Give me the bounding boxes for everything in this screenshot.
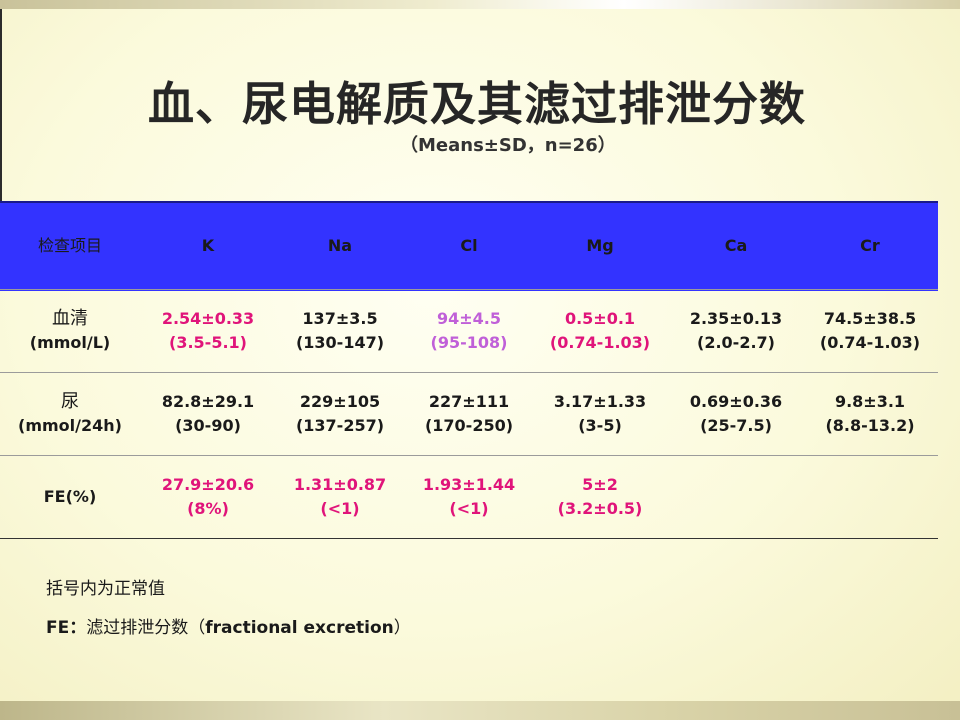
row-label: 尿 (mmol/24h) xyxy=(5,373,135,455)
cell-normal-range: (95-108) xyxy=(430,333,508,352)
note-fe-prefix: FE： xyxy=(46,618,87,638)
table-cell: 94±4.5 (95-108) xyxy=(404,290,534,372)
table-cell: 27.9±20.6 (8%) xyxy=(143,456,273,538)
slide-subtitle: （Means±SD，n=26） xyxy=(400,135,616,156)
cell-value: 94±4.5 xyxy=(436,309,501,328)
row-label-unit: (mmol/L) xyxy=(29,333,111,352)
note-fe-definition: FE：滤过排泄分数（fractional excretion） xyxy=(46,616,411,640)
note-normal-values: 括号内为正常值 xyxy=(46,579,165,599)
cell-value: 137±3.5 xyxy=(302,309,378,328)
header-ca: Ca xyxy=(724,236,748,255)
row-label-name: FE(%) xyxy=(43,487,97,506)
cell-normal-range: (<1) xyxy=(320,499,360,518)
table-cell: 2.54±0.33 (3.5-5.1) xyxy=(143,290,273,372)
table-cell: 137±3.5 (130-147) xyxy=(275,290,405,372)
cell-value: 1.31±0.87 xyxy=(293,475,387,494)
cell-normal-range: (25-7.5) xyxy=(700,416,772,435)
table-cell: 0.69±0.36 (25-7.5) xyxy=(671,373,801,455)
left-border-line xyxy=(0,9,2,201)
cell-value: 9.8±3.1 xyxy=(834,392,906,411)
table-cell xyxy=(805,456,935,538)
cell-normal-range: (0.74-1.03) xyxy=(819,333,921,352)
table-cell: 3.17±1.33 (3-5) xyxy=(535,373,665,455)
cell-value: 1.93±1.44 xyxy=(422,475,516,494)
cell-value: 2.54±0.33 xyxy=(161,309,255,328)
cell-value: 227±111 xyxy=(428,392,510,411)
cell-normal-range: (3.5-5.1) xyxy=(169,333,247,352)
cell-value: 0.69±0.36 xyxy=(689,392,783,411)
cell-value: 82.8±29.1 xyxy=(161,392,255,411)
note-fe-end: ） xyxy=(393,618,411,638)
cell-value: 0.5±0.1 xyxy=(564,309,636,328)
table-cell: 5±2 (3.2±0.5) xyxy=(535,456,665,538)
row-label: FE(%) xyxy=(5,456,135,538)
row-label-unit: (mmol/24h) xyxy=(18,416,122,435)
table-cell: 2.35±0.13 (2.0-2.7) xyxy=(671,290,801,372)
cell-normal-range: (30-90) xyxy=(175,416,241,435)
cell-normal-range: (3-5) xyxy=(578,416,622,435)
cell-value: 3.17±1.33 xyxy=(553,392,647,411)
table-bottom-line xyxy=(0,538,938,539)
cell-normal-range: (0.74-1.03) xyxy=(549,333,651,352)
table-cell: 1.93±1.44 (<1) xyxy=(404,456,534,538)
row-label-name: 血清 xyxy=(52,308,88,329)
header-cr: Cr xyxy=(860,236,880,255)
cell-normal-range: (137-257) xyxy=(295,416,385,435)
bottom-decorative-bar xyxy=(0,701,960,720)
cell-value: 27.9±20.6 xyxy=(161,475,255,494)
cell-value: 5±2 xyxy=(582,475,618,494)
cell-normal-range: (130-147) xyxy=(295,333,385,352)
header-cl: Cl xyxy=(460,236,478,255)
table-cell: 9.8±3.1 (8.8-13.2) xyxy=(805,373,935,455)
note-fe-en: fractional excretion xyxy=(205,618,394,638)
table-cell: 82.8±29.1 (30-90) xyxy=(143,373,273,455)
cell-value: 229±105 xyxy=(299,392,381,411)
cell-normal-range: (<1) xyxy=(449,499,489,518)
cell-value: 74.5±38.5 xyxy=(823,309,917,328)
table-cell: 0.5±0.1 (0.74-1.03) xyxy=(535,290,665,372)
slide-title: 血、尿电解质及其滤过排泄分数 xyxy=(148,77,806,131)
header-na: Na xyxy=(327,236,353,255)
row-label: 血清 (mmol/L) xyxy=(5,290,135,372)
cell-value: 2.35±0.13 xyxy=(689,309,783,328)
cell-normal-range: (3.2±0.5) xyxy=(557,499,643,518)
header-k: K xyxy=(201,236,215,255)
cell-normal-range: (8.8-13.2) xyxy=(825,416,915,435)
table-cell: 227±111 (170-250) xyxy=(404,373,534,455)
note-fe-cn: 滤过排泄分数（ xyxy=(86,618,206,638)
cell-normal-range: (170-250) xyxy=(424,416,514,435)
table-cell: 74.5±38.5 (0.74-1.03) xyxy=(805,290,935,372)
table-cell: 229±105 (137-257) xyxy=(275,373,405,455)
row-label-name: 尿 xyxy=(61,391,79,412)
cell-normal-range: (2.0-2.7) xyxy=(697,333,775,352)
header-item-label: 检查项目 xyxy=(37,236,102,255)
top-decorative-bar xyxy=(0,0,960,9)
header-mg: Mg xyxy=(586,236,614,255)
cell-normal-range: (8%) xyxy=(187,499,229,518)
table-cell: 1.31±0.87 (<1) xyxy=(275,456,405,538)
table-cell xyxy=(671,456,801,538)
